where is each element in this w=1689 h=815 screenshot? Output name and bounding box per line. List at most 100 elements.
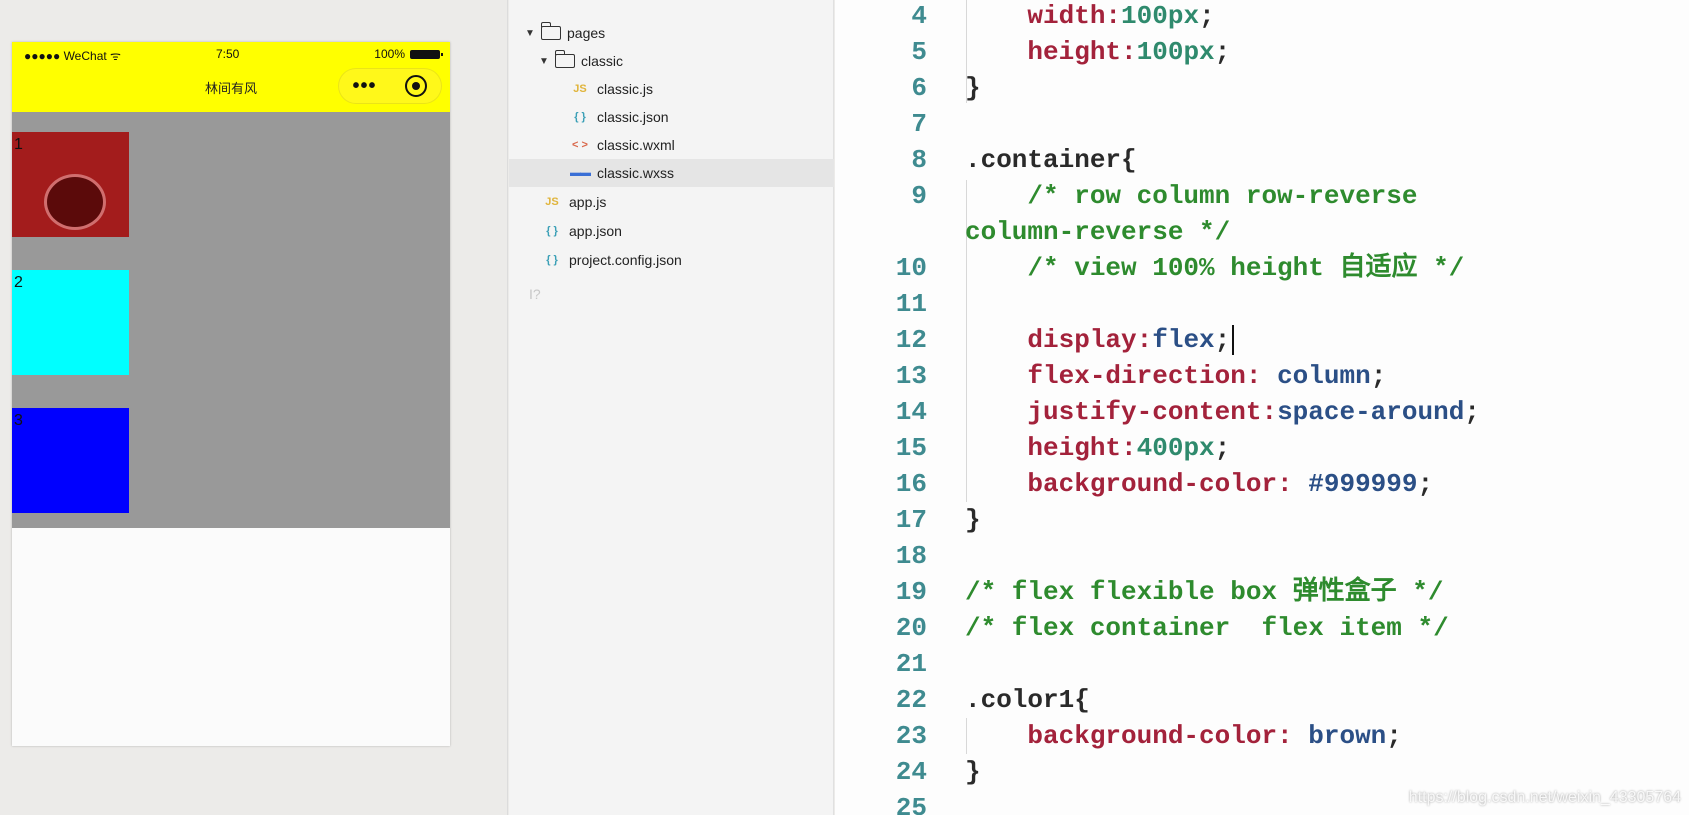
code-token: /* row column row-reverse	[965, 181, 1418, 211]
code-line[interactable]: 12 display:flex;	[835, 322, 1689, 358]
battery-icon	[410, 49, 443, 59]
code-line[interactable]: 19 /* flex flexible box 弹性盒子 */	[835, 574, 1689, 610]
code-token: height:	[965, 433, 1137, 463]
js-file-icon: JS	[545, 196, 559, 208]
line-number: 22	[895, 685, 927, 715]
code-token: /* flex flexible box 弹性盒子 */	[965, 577, 1444, 607]
line-number: 24	[895, 757, 927, 787]
tree-folder-classic[interactable]: ▼ classic	[509, 47, 834, 75]
code-token: width:	[965, 1, 1122, 31]
code-line[interactable]: 9 /* row column row-reverse	[835, 178, 1689, 214]
code-token: }	[965, 73, 981, 103]
code-text: /* flex flexible box 弹性盒子 */	[965, 574, 1443, 610]
code-line[interactable]: 25	[835, 790, 1689, 815]
phone-screen[interactable]: ●●●●● WeChat ᯤ 7:50 100% 林间有风 ••• 1 2 3	[12, 42, 450, 746]
target-icon	[404, 75, 427, 97]
code-token: background-color:	[965, 469, 1309, 499]
tree-file-classic-js[interactable]: JS classic.js	[509, 75, 834, 103]
code-line[interactable]: 16 background-color: #999999;	[835, 466, 1689, 502]
code-line[interactable]: 21	[835, 646, 1689, 682]
code-token: ;	[1199, 1, 1215, 31]
tree-label: project.config.json	[569, 252, 682, 268]
code-text: background-color: brown;	[965, 718, 1401, 754]
code-token: 100px	[1121, 1, 1200, 31]
code-line[interactable]: 20 /* flex container flex item */	[835, 610, 1689, 646]
code-token: 100px	[1136, 37, 1215, 67]
code-line[interactable]: 24}	[835, 754, 1689, 790]
code-token: justify-content:	[965, 397, 1278, 427]
code-text: justify-content:space-around;	[965, 394, 1480, 430]
code-token: ;	[1464, 397, 1480, 427]
tree-file-app-js[interactable]: JS app.js	[509, 188, 834, 216]
tree-file-project-config[interactable]: { } project.config.json	[509, 246, 834, 274]
line-number: 16	[895, 469, 927, 499]
code-token: height:	[965, 37, 1137, 67]
code-line[interactable]: 5 height:100px;	[835, 34, 1689, 70]
flex-container: 1 2 3	[12, 112, 450, 528]
tree-file-classic-wxss[interactable]: ▬▬ classic.wxss	[509, 159, 834, 187]
carrier-label: ●●●●● WeChat ᯤ	[24, 49, 121, 63]
battery-percent: 100%	[374, 47, 405, 61]
code-token: ;	[1214, 37, 1231, 67]
code-line[interactable]: 23 background-color: brown;	[835, 718, 1689, 754]
code-text: /* view 100% height 自适应 */	[965, 250, 1464, 286]
code-token: ;	[1417, 469, 1434, 499]
json-file-icon: { }	[574, 111, 586, 123]
line-number: 12	[895, 325, 927, 355]
code-line[interactable]: 13 flex-direction: column;	[835, 358, 1689, 394]
code-line[interactable]: 7	[835, 106, 1689, 142]
tree-file-classic-wxml[interactable]: < > classic.wxml	[509, 131, 834, 159]
close-miniprogram-button[interactable]	[390, 75, 441, 97]
more-menu-button[interactable]: •••	[339, 68, 390, 104]
code-line[interactable]: 11	[835, 286, 1689, 322]
tree-folder-pages[interactable]: ▼ pages	[509, 19, 834, 47]
code-token: column	[1277, 361, 1371, 391]
code-editor[interactable]: https://blog.csdn.net/weixin_43305764 4 …	[835, 0, 1689, 815]
tree-label: classic	[581, 53, 624, 69]
code-line[interactable]: 17}	[835, 502, 1689, 538]
code-token: space-around	[1277, 397, 1465, 427]
tree-label: classic.wxml	[597, 137, 675, 153]
item-label: 2	[14, 274, 23, 291]
code-text: flex-direction: column;	[965, 358, 1386, 394]
code-line[interactable]: 10 /* view 100% height 自适应 */	[835, 250, 1689, 286]
navigation-bar: ●●●●● WeChat ᯤ 7:50 100% 林间有风 •••	[12, 42, 450, 112]
expand-arrow-icon[interactable]: ▼	[537, 56, 551, 67]
code-line[interactable]: 4 width:100px;	[835, 0, 1689, 34]
code-text: /* row column row-reverse	[965, 178, 1417, 214]
text-caret	[1232, 325, 1235, 356]
wxml-file-icon: < >	[572, 139, 588, 151]
code-token: ;	[1214, 325, 1231, 355]
code-line[interactable]: 18	[835, 538, 1689, 574]
record-button-icon[interactable]	[44, 174, 106, 230]
tree-label: app.json	[569, 223, 622, 239]
line-number: 8	[911, 145, 927, 175]
code-line[interactable]: 8 .container{	[835, 142, 1689, 178]
code-token: 400px	[1136, 433, 1215, 463]
json-file-icon: { }	[546, 225, 558, 237]
flex-item-1: 1	[12, 132, 129, 237]
code-text: column-reverse */	[965, 214, 1230, 250]
tree-file-classic-json[interactable]: { } classic.json	[509, 103, 834, 131]
code-line[interactable]: 22 .color1{	[835, 682, 1689, 718]
line-number: 20	[895, 613, 927, 643]
line-number: 4	[911, 1, 927, 31]
expand-arrow-icon[interactable]: ▼	[523, 28, 537, 39]
line-number: 15	[895, 433, 927, 463]
code-line[interactable]: column-reverse */	[835, 214, 1689, 250]
code-token: /* view 100% height 自适应 */	[965, 253, 1465, 283]
code-text: .container{	[965, 142, 1137, 178]
line-number: 23	[895, 721, 927, 751]
code-line[interactable]: 6}	[835, 70, 1689, 106]
tree-file-app-json[interactable]: { } app.json	[509, 217, 834, 245]
status-time: 7:50	[216, 47, 240, 61]
code-line[interactable]: 14 justify-content:space-around;	[835, 394, 1689, 430]
code-text: }	[965, 754, 981, 790]
code-text: height:400px;	[965, 430, 1230, 466]
code-token: column-reverse */	[965, 217, 1231, 247]
line-number: 25	[895, 793, 927, 815]
tree-label: classic.js	[597, 81, 654, 97]
code-line[interactable]: 15 height:400px;	[835, 430, 1689, 466]
simulator-panel: ●●●●● WeChat ᯤ 7:50 100% 林间有风 ••• 1 2 3	[0, 0, 508, 815]
tree-label: pages	[567, 25, 606, 41]
